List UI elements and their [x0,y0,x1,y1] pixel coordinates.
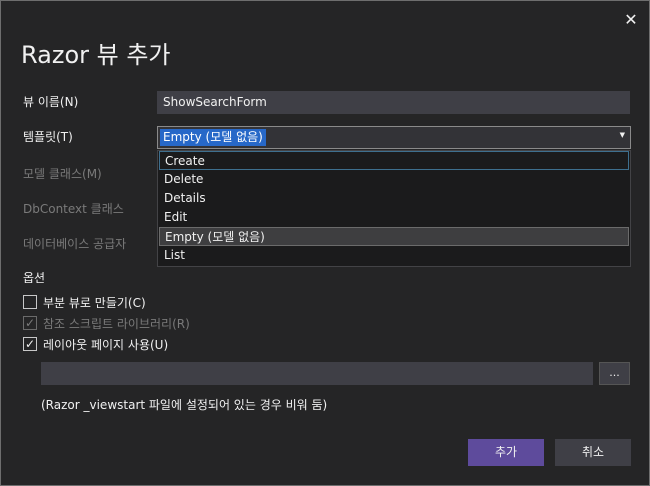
browse-button[interactable]: ... [599,362,630,385]
template-option-list[interactable]: List [159,246,629,265]
template-option-empty[interactable]: Empty (모델 없음) [159,227,629,246]
template-option-edit[interactable]: Edit [159,208,629,227]
options-section-label: 옵션 [23,271,46,285]
reference-scripts-checkbox: ✓ [23,316,37,330]
use-layout-checkbox[interactable]: ✓ [23,337,37,351]
reference-scripts-checkbox-row: ✓ 참조 스크립트 라이브러리(R) [23,315,190,331]
template-option-details[interactable]: Details [159,189,629,208]
template-selected-value: Empty (모델 없음) [160,129,266,146]
template-option-delete[interactable]: Delete [159,170,629,189]
template-select[interactable]: Empty (모델 없음) ▼ [157,126,631,149]
layout-note: (Razor _viewstart 파일에 설정되어 있는 경우 비워 둠) [41,398,328,412]
template-label: 템플릿(T) [23,130,73,144]
partial-view-label: 부분 뷰로 만들기(C) [43,295,146,310]
template-option-create[interactable]: Create [159,151,629,170]
view-name-label: 뷰 이름(N) [23,95,79,109]
checkmark-icon: ✓ [24,337,36,351]
use-layout-label: 레이아웃 페이지 사용(U) [43,337,169,352]
add-button[interactable]: 추가 [468,439,544,466]
chevron-down-icon[interactable]: ▼ [620,131,625,139]
model-class-label: 모델 클래스(M) [23,167,102,181]
layout-path-input[interactable] [41,362,593,385]
use-layout-checkbox-row[interactable]: ✓ 레이아웃 페이지 사용(U) [23,336,168,352]
checkmark-icon: ✓ [24,316,36,330]
add-razor-view-dialog: ✕ Razor 뷰 추가 뷰 이름(N) ShowSearchForm 템플릿(… [0,0,650,486]
partial-view-checkbox-row[interactable]: 부분 뷰로 만들기(C) [23,294,146,310]
close-icon[interactable]: ✕ [621,10,641,30]
view-name-input[interactable]: ShowSearchForm [157,91,630,114]
dbcontext-label: DbContext 클래스 [23,202,124,216]
database-provider-label: 데이터베이스 공급자 [23,237,127,251]
reference-scripts-label: 참조 스크립트 라이브러리(R) [43,316,190,331]
dialog-title: Razor 뷰 추가 [21,41,171,69]
partial-view-checkbox[interactable] [23,295,37,309]
template-dropdown-list: Create Delete Details Edit Empty (모델 없음)… [157,150,631,267]
cancel-button[interactable]: 취소 [555,439,631,466]
